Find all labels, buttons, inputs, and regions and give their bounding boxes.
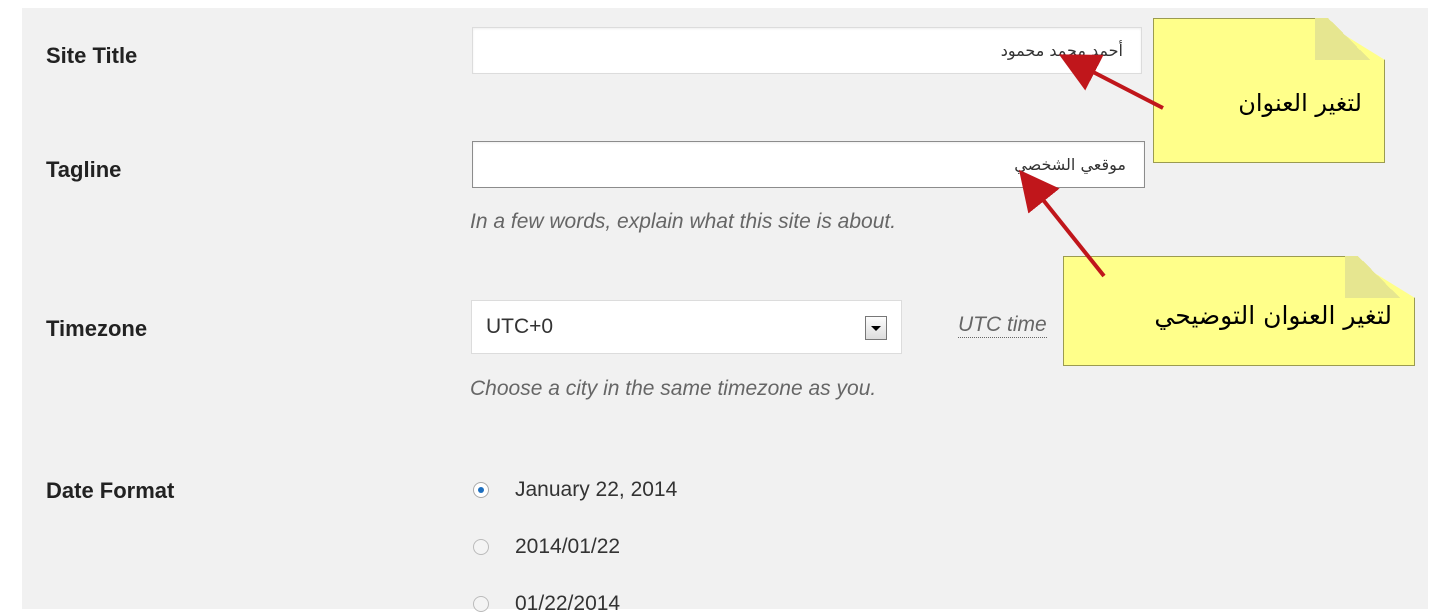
arrow-to-tagline-input xyxy=(1019,169,1106,278)
arrow-to-title-input xyxy=(1058,54,1164,110)
annotation-arrows xyxy=(1019,54,1164,278)
